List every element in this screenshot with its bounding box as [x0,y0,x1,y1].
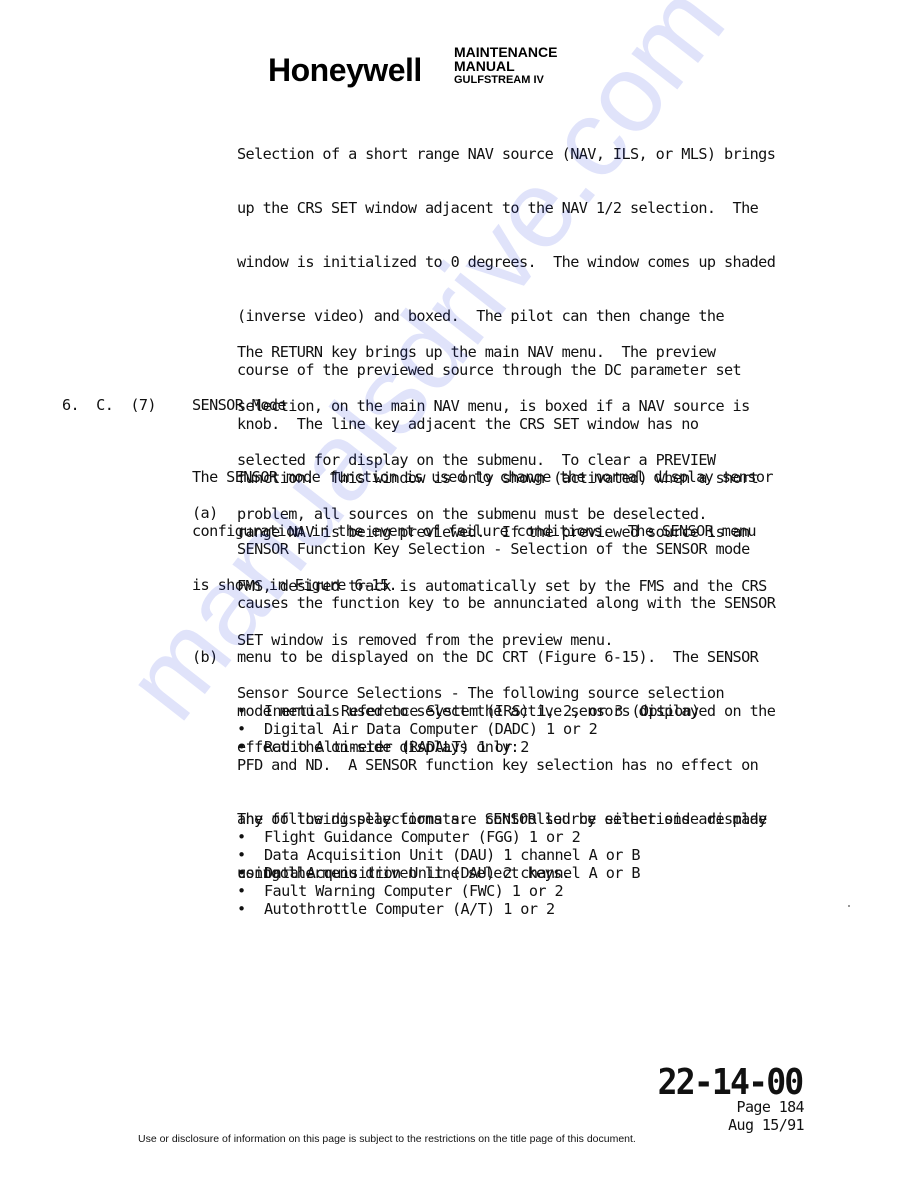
bullet-icon: • [237,846,246,864]
item-a-label: (a) [192,504,218,522]
disclosure-notice: Use or disclosure of information on this… [138,1133,636,1145]
list-item: • Data Acquisition Unit (DAU) 1 channel A… [237,846,641,864]
list-item-text: Radio Altimeter (RADALT) 1 or 2 [264,738,529,756]
list-item: • Flight Guidance Computer (FGG) 1 or 2 [237,828,640,846]
list-item-text: Autothrottle Computer (A/T) 1 or 2 [264,900,555,918]
section-title: SENSOR Mode [192,396,287,414]
text-line: window is initialized to 0 degrees. The … [237,253,776,271]
text-line: causes the function key to be annunciate… [237,594,776,612]
text-line: The following selections are controlled … [237,810,767,828]
onside-sensor-list: • Inertial Reference System (IRS) 1, 2, o… [237,702,700,756]
bullet-icon: • [237,702,246,720]
manual-title-block: MAINTENANCE MANUAL GULFSTREAM IV [454,45,557,87]
list-item: • Fault Warning Computer (FWC) 1 or 2 [237,882,640,900]
list-item-text: Digital Air Data Computer (DADC) 1 or 2 [264,720,598,738]
list-item: • Digital Air Data Computer (DADC) 1 or 2 [237,720,700,738]
bullet-icon: • [237,882,246,900]
text-line: The SENSOR mode function is used to chan… [192,468,774,486]
section-number: 6. C. (7) [62,396,157,414]
text-line: selection, on the main NAV menu, is boxe… [237,397,750,415]
list-item: • Radio Altimeter (RADALT) 1 or 2 [237,738,700,756]
text-line: Selection of a short range NAV source (N… [237,145,776,163]
list-item-text: Fault Warning Computer (FWC) 1 or 2 [264,882,564,900]
bullet-icon: • [237,864,246,882]
list-item-text: Flight Guidance Computer (FGG) 1 or 2 [264,828,581,846]
bullet-icon: • [237,720,246,738]
either-side-sensor-list: • Flight Guidance Computer (FGG) 1 or 2 •… [237,828,641,918]
list-item-text: Data Acquisition Unit (DAU) 2 channel A … [264,864,641,882]
list-item-text: Inertial Reference System (IRS) 1, 2, or… [264,702,700,720]
list-item: • Inertial Reference System (IRS) 1, 2, o… [237,702,700,720]
text-line: Sensor Source Selections - The following… [237,684,725,702]
text-line: up the CRS SET window adjacent to the NA… [237,199,759,217]
page-info: Page 184 Aug 15/91 [728,1098,804,1134]
page-number: Page 184 [736,1098,805,1116]
bullet-icon: • [237,738,246,756]
bullet-icon: • [237,900,246,918]
list-item-text: Data Acquisition Unit (DAU) 1 channel A … [264,846,641,864]
bullet-icon: • [237,828,246,846]
list-item: • Data Acquisition Unit (DAU) 2 channel A… [237,864,641,882]
honeywell-logo: Honeywell [268,52,422,88]
manual-title-line1: MAINTENANCE [454,44,558,60]
list-item: • Autothrottle Computer (A/T) 1 or 2 [237,900,640,918]
manual-title-line2: MANUAL [454,58,515,74]
item-b-label: (b) [192,648,218,666]
revision-date: Aug 15/91 [728,1116,804,1134]
text-line: The RETURN key brings up the main NAV me… [237,343,716,361]
document-code: 22-14-00 [657,1062,804,1103]
text-line: SENSOR Function Key Selection - Selectio… [237,540,750,558]
scan-speck [848,905,850,907]
manual-title-line3: GULFSTREAM IV [454,74,544,86]
